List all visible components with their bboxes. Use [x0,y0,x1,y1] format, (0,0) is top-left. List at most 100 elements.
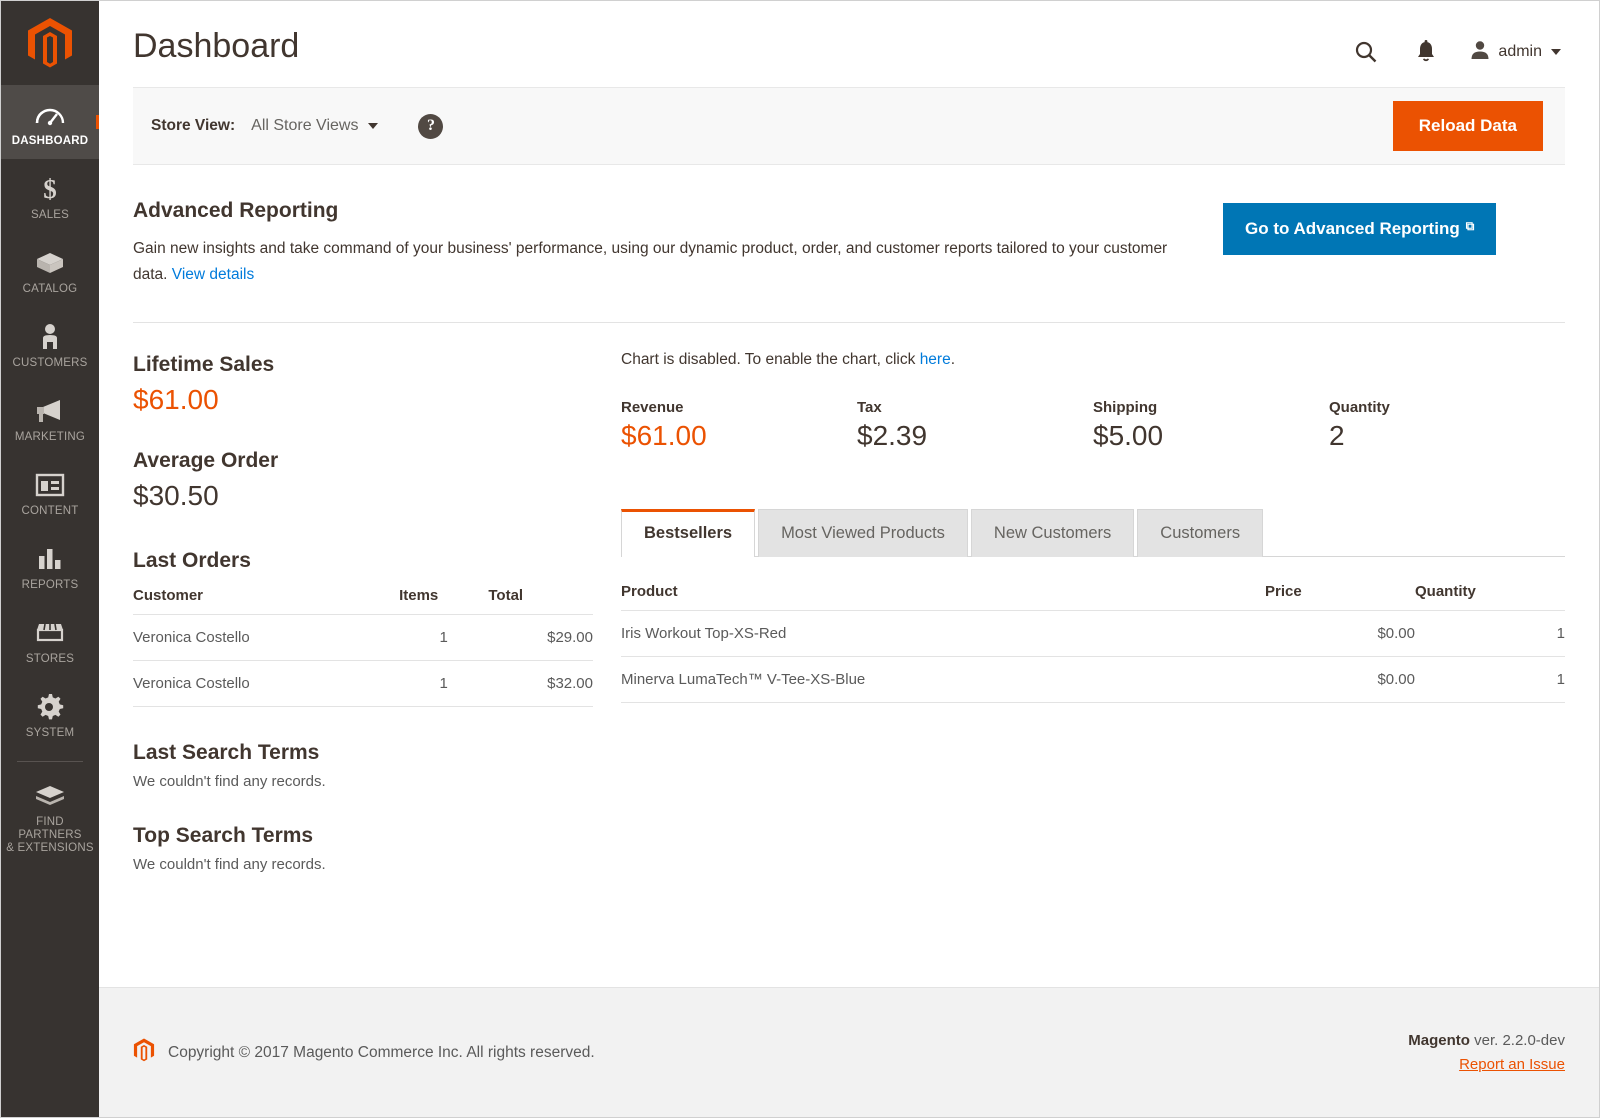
kpi-row: Revenue $61.00 Tax $2.39 Shipping $5.00 [621,399,1565,454]
last-search-terms-title: Last Search Terms [133,741,593,765]
extension-icon [3,779,97,813]
magento-logo[interactable] [1,1,99,85]
table-row[interactable]: Iris Workout Top-XS-Red $0.00 1 [621,611,1565,657]
sidebar-divider [17,761,83,762]
admin-menu[interactable]: admin [1469,39,1565,66]
table-row[interactable]: Veronica Costello 1 $29.00 [133,615,593,661]
cell-items: 1 [399,615,488,661]
cell-price: $0.00 [1265,657,1415,703]
cell-product: Iris Workout Top-XS-Red [621,611,1265,657]
cell-product: Minerva LumaTech™ V-Tee-XS-Blue [621,657,1265,703]
user-avatar-icon [1469,39,1491,66]
bar-chart-icon [3,542,97,576]
go-to-advanced-reporting-button[interactable]: Go to Advanced Reporting ⧉ [1223,203,1496,255]
store-view-label: Store View: [151,117,235,135]
tab-bestsellers[interactable]: Bestsellers [621,509,755,557]
sidebar-item-content[interactable]: CONTENT [1,455,99,529]
sidebar-item-label: CONTENT [3,505,97,518]
table-row[interactable]: Veronica Costello 1 $32.00 [133,661,593,707]
table-row[interactable]: Minerva LumaTech™ V-Tee-XS-Blue $0.00 1 [621,657,1565,703]
store-view-selected-value: All Store Views [251,117,358,135]
report-an-issue-link[interactable]: Report an Issue [1459,1056,1565,1073]
sidebar-item-sales[interactable]: $ SALES [1,159,99,233]
sidebar-item-label: CATALOG [3,283,97,296]
advanced-reporting-text: Advanced Reporting Gain new insights and… [133,199,1193,288]
advanced-reporting-section: Advanced Reporting Gain new insights and… [133,165,1565,323]
magento-admin-dashboard: DASHBOARD $ SALES CATALOG [0,0,1600,1118]
tab-customers[interactable]: Customers [1137,509,1263,557]
sidebar-item-label: STORES [3,653,97,666]
column-header-items: Items [399,579,488,615]
admin-label: admin [1498,43,1542,61]
sidebar-item-label: FIND PARTNERS & EXTENSIONS [3,816,97,855]
sidebar-item-marketing[interactable]: MARKETING [1,381,99,455]
column-header-product: Product [621,575,1265,611]
go-to-advanced-reporting-label: Go to Advanced Reporting [1245,219,1460,239]
kpi-shipping: Shipping $5.00 [1093,399,1329,454]
kpi-value: $61.00 [621,418,857,454]
advanced-reporting-title: Advanced Reporting [133,199,1193,223]
search-icon[interactable] [1349,35,1383,69]
column-header-customer: Customer [133,579,399,615]
sidebar-item-label: REPORTS [3,579,97,592]
chevron-down-icon [368,123,378,129]
layout-icon [3,468,97,502]
footer-version-number: ver. 2.2.0-dev [1470,1032,1565,1049]
external-link-icon: ⧉ [1466,220,1475,232]
header-tools: admin [1349,23,1565,69]
gauge-icon [3,98,97,132]
right-column: Chart is disabled. To enable the chart, … [593,351,1565,873]
view-details-link[interactable]: View details [172,266,254,283]
tab-most-viewed-products[interactable]: Most Viewed Products [758,509,968,557]
cell-customer: Veronica Costello [133,661,399,707]
column-header-total: Total [488,579,593,615]
cell-customer: Veronica Costello [133,615,399,661]
dollar-icon: $ [3,172,97,206]
bestsellers-table: Product Price Quantity Iris Workout Top-… [621,575,1565,703]
last-orders-title: Last Orders [133,549,593,573]
svg-text:$: $ [43,174,57,204]
lifetime-sales-title: Lifetime Sales [133,351,593,379]
sidebar-item-stores[interactable]: STORES [1,603,99,677]
reload-data-button[interactable]: Reload Data [1393,101,1543,151]
gear-icon [3,690,97,724]
box-icon [3,246,97,280]
kpi-quantity: Quantity 2 [1329,399,1565,454]
page-header: Dashboard [99,1,1599,69]
store-view-select[interactable]: All Store Views [251,117,378,135]
magento-logo-small [133,1037,155,1068]
sidebar-item-dashboard[interactable]: DASHBOARD [1,85,99,159]
sidebar-item-label: SALES [3,209,97,222]
chevron-down-icon [1551,49,1561,55]
bell-icon[interactable] [1409,35,1443,69]
last-search-terms-empty: We couldn't find any records. [133,773,593,790]
person-icon [3,320,97,354]
sidebar-item-label: MARKETING [3,431,97,444]
column-header-quantity: Quantity [1415,575,1565,611]
sidebar-item-reports[interactable]: REPORTS [1,529,99,603]
column-header-price: Price [1265,575,1415,611]
footer-copyright: Copyright © 2017 Magento Commerce Inc. A… [168,1044,595,1062]
page-content: Store View: All Store Views ? Reload Dat… [99,69,1599,959]
cell-price: $0.00 [1265,611,1415,657]
sidebar-item-customers[interactable]: CUSTOMERS [1,307,99,381]
page-footer: Copyright © 2017 Magento Commerce Inc. A… [99,987,1599,1117]
sidebar-item-catalog[interactable]: CATALOG [1,233,99,307]
help-icon[interactable]: ? [418,114,443,139]
tab-new-customers[interactable]: New Customers [971,509,1134,557]
kpi-tax: Tax $2.39 [857,399,1093,454]
sidebar-item-system[interactable]: SYSTEM [1,677,99,751]
kpi-label: Quantity [1329,399,1565,416]
dashboard-tabs: Bestsellers Most Viewed Products New Cus… [621,508,1565,557]
footer-left: Copyright © 2017 Magento Commerce Inc. A… [133,1037,1408,1068]
dashboard-columns: Lifetime Sales $61.00 Average Order $30.… [133,323,1565,873]
kpi-revenue: Revenue $61.00 [621,399,857,454]
cell-total: $32.00 [488,661,593,707]
kpi-value: 2 [1329,418,1565,454]
spacer [133,419,593,447]
sidebar-item-find-partners[interactable]: FIND PARTNERS & EXTENSIONS [1,766,99,866]
storefront-icon [3,616,97,650]
footer-version: Magento ver. 2.2.0-dev [1408,1032,1565,1049]
enable-chart-link[interactable]: here [920,351,951,368]
sidebar-item-label: DASHBOARD [3,135,97,148]
